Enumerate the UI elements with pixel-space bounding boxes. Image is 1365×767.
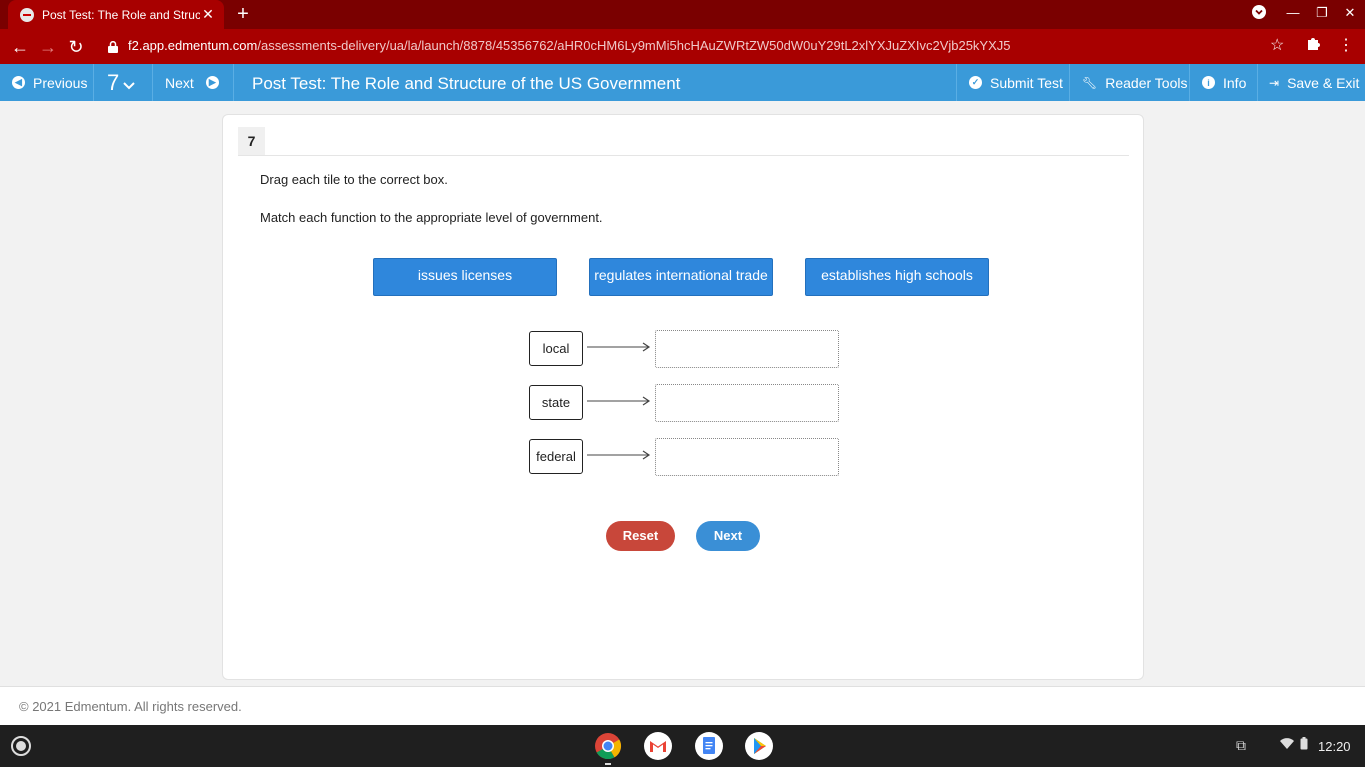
clipboard-tray-icon[interactable]: ⧉ <box>1236 737 1246 754</box>
url-host: f2.app.edmentum.com <box>128 38 258 53</box>
info-icon: i <box>1202 76 1215 89</box>
forward-arrow-icon[interactable]: → <box>36 35 60 59</box>
browser-tab-strip: Post Test: The Role and Structur ✕ + — ❐… <box>0 0 1365 29</box>
drag-tile-establishes-high-schools[interactable]: establishes high schools <box>805 258 989 296</box>
browser-toolbar: ← → ↻ f2.app.edmentum.com/assessments-de… <box>0 29 1365 64</box>
wrench-icon: 🔧︎ <box>1082 75 1098 90</box>
reader-tools-label: Reader Tools <box>1105 74 1188 91</box>
chevron-down-icon <box>123 79 135 93</box>
system-clock[interactable]: 12:20 <box>1318 739 1351 754</box>
question-selector[interactable]: 7 <box>94 64 153 101</box>
check-circle-icon: ✓ <box>969 76 982 89</box>
edmentum-favicon-icon <box>20 7 34 22</box>
drag-tile-issues-licenses[interactable]: issues licenses <box>373 258 557 296</box>
bookmark-star-icon[interactable]: ☆ <box>1270 35 1284 55</box>
lock-icon[interactable] <box>108 40 118 53</box>
arrow-right-icon <box>587 342 651 352</box>
sign-out-icon: ⇥ <box>1269 75 1280 90</box>
question-selector-number: 7 <box>107 69 120 95</box>
chrome-app-icon[interactable] <box>594 732 622 760</box>
reader-tools-button[interactable]: 🔧︎ Reader Tools <box>1070 64 1190 101</box>
extensions-puzzle-icon[interactable] <box>1306 35 1322 56</box>
os-shelf: ⧉ 12:20 <box>0 725 1365 767</box>
drop-box-federal[interactable] <box>655 438 839 476</box>
tab-title: Post Test: The Role and Structur <box>42 7 200 22</box>
instruction-text: Drag each tile to the correct box. <box>260 172 448 187</box>
save-exit-label: Save & Exit <box>1287 74 1360 91</box>
url-path: /assessments-delivery/ua/la/launch/8878/… <box>257 38 1011 53</box>
running-indicator <box>605 763 611 765</box>
restore-window-icon[interactable]: ❐ <box>1312 5 1332 21</box>
target-label-local: local <box>529 331 583 366</box>
page-footer: © 2021 Edmentum. All rights reserved. <box>0 686 1365 725</box>
next-arrow-icon: ▶ <box>205 76 219 89</box>
next-label: Next <box>165 74 194 91</box>
info-button[interactable]: i Info <box>1190 64 1258 101</box>
drop-box-local[interactable] <box>655 330 839 368</box>
target-label-federal: federal <box>529 439 583 474</box>
target-label-state: state <box>529 385 583 420</box>
gmail-app-icon[interactable] <box>644 732 672 760</box>
next-button[interactable]: Next <box>696 521 760 551</box>
profile-dropdown-icon[interactable] <box>1249 5 1269 22</box>
play-store-app-icon[interactable] <box>745 732 773 760</box>
arrow-right-icon <box>587 450 651 460</box>
wifi-icon[interactable] <box>1280 737 1294 753</box>
docs-app-icon[interactable] <box>695 732 723 760</box>
new-tab-button[interactable]: + <box>233 3 253 25</box>
copyright-text: © 2021 Edmentum. All rights reserved. <box>19 699 242 714</box>
launcher-icon[interactable] <box>11 736 31 756</box>
previous-button[interactable]: ◀ Previous <box>0 64 94 101</box>
card-divider <box>238 155 1129 156</box>
battery-icon[interactable] <box>1300 737 1308 753</box>
browser-menu-icon[interactable]: ⋮ <box>1338 35 1354 55</box>
previous-label: Previous <box>33 74 88 91</box>
assessment-toolbar: ◀ Previous 7 Next ▶ Post Test: The Role … <box>0 64 1365 101</box>
submit-test-label: Submit Test <box>990 74 1063 91</box>
page-title: Post Test: The Role and Structure of the… <box>252 74 681 93</box>
reset-button[interactable]: Reset <box>606 521 675 551</box>
prompt-text: Match each function to the appropriate l… <box>260 210 603 225</box>
minimize-window-icon[interactable]: — <box>1283 5 1303 20</box>
arrow-right-icon <box>587 396 651 406</box>
close-tab-icon[interactable]: ✕ <box>200 6 216 23</box>
info-label: Info <box>1223 74 1247 91</box>
question-card: 7 Drag each tile to the correct box. Mat… <box>222 114 1144 680</box>
question-number-badge: 7 <box>238 127 265 155</box>
reload-icon[interactable]: ↻ <box>64 35 88 59</box>
back-arrow-icon[interactable]: ← <box>8 35 32 59</box>
previous-arrow-icon: ◀ <box>12 76 25 89</box>
next-question-button[interactable]: Next ▶ <box>153 64 234 101</box>
address-bar-url[interactable]: f2.app.edmentum.com/assessments-delivery… <box>128 38 1011 53</box>
close-window-icon[interactable]: ✕ <box>1340 5 1360 21</box>
save-exit-button[interactable]: ⇥ Save & Exit <box>1258 64 1365 101</box>
drag-tile-regulates-international-trade[interactable]: regulates international trade <box>589 258 773 296</box>
browser-tab[interactable]: Post Test: The Role and Structur ✕ <box>8 0 224 29</box>
submit-test-button[interactable]: ✓ Submit Test <box>956 64 1070 101</box>
drop-box-state[interactable] <box>655 384 839 422</box>
